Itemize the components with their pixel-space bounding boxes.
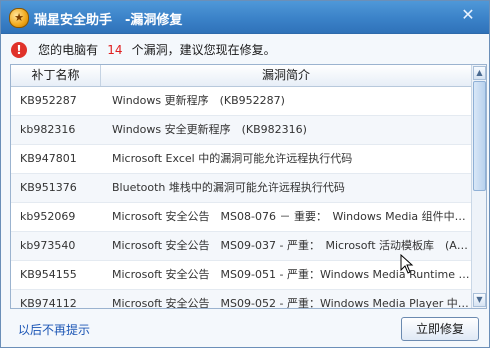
alert-icon: ! [11,41,27,58]
patch-id: KB974112 [20,297,77,309]
column-header-description[interactable]: 漏洞简介 [101,65,471,86]
patch-id: KB947801 [20,152,77,165]
vertical-scrollbar[interactable]: ▲ ▼ [471,65,486,308]
patch-description: Bluetooth 堆栈中的漏洞可能允许远程执行代码 [112,181,345,194]
table-row[interactable]: KB952287 Windows 更新程序 (KB952287) [11,87,471,116]
table-row[interactable]: kb982316 Windows 安全更新程序 (KB982316) [11,116,471,145]
patch-description: Microsoft 安全公告 MS09-052 - 严重：Windows Med… [112,297,469,309]
table-row[interactable]: KB974112 Microsoft 安全公告 MS09-052 - 严重：Wi… [11,290,471,309]
footer-bar: 以后不再提示 立即修复 [1,309,489,347]
title-bar: ★ 瑞星安全助手 -漏洞修复 ✕ [1,1,489,34]
warning-suffix: 个漏洞，建议您现在修复。 [131,43,276,57]
vulnerability-table: 补丁名称 漏洞简介 KB952287 Windows 更新程序 (KB95228… [10,64,487,309]
patch-id: kb982316 [20,123,76,136]
table-header: 补丁名称 漏洞简介 [11,65,471,87]
patch-id: KB951376 [20,181,77,194]
patch-description: Microsoft Excel 中的漏洞可能允许远程执行代码 [112,152,353,165]
dialog-window: ★ 瑞星安全助手 -漏洞修复 ✕ ! 您的电脑有 14 个漏洞，建议您现在修复。… [0,0,490,348]
patch-id: kb973540 [20,239,76,252]
patch-id: KB952287 [20,94,77,107]
patch-description: Microsoft 安全公告 MS08-076 － 重要： Windows Me… [112,210,466,223]
fix-now-button[interactable]: 立即修复 [401,317,479,341]
patch-description: Windows 安全更新程序 (KB982316) [112,123,307,136]
table-body: KB952287 Windows 更新程序 (KB952287) kb98231… [11,87,471,309]
patch-description: Windows 更新程序 (KB952287) [112,94,285,107]
scrollbar-thumb[interactable] [473,81,486,191]
close-icon[interactable]: ✕ [457,6,479,24]
patch-id: KB954155 [20,268,77,281]
column-header-patch-name[interactable]: 补丁名称 [11,65,101,86]
vulnerability-count: 14 [107,42,123,57]
scroll-up-arrow-icon[interactable]: ▲ [473,66,486,80]
table-row[interactable]: kb952069 Microsoft 安全公告 MS08-076 － 重要： W… [11,203,471,232]
window-title: 瑞星安全助手 -漏洞修复 [34,13,183,28]
do-not-remind-link[interactable]: 以后不再提示 [18,321,90,338]
warning-prefix: 您的电脑有 [38,43,99,57]
table-row[interactable]: KB947801 Microsoft Excel 中的漏洞可能允许远程执行代码 [11,145,471,174]
patch-description: Microsoft 安全公告 MS09-037 - 严重： Microsoft … [112,239,468,252]
patch-id: kb952069 [20,210,76,223]
table-row[interactable]: KB951376 Bluetooth 堆栈中的漏洞可能允许远程执行代码 [11,174,471,203]
rising-logo-icon: ★ [9,8,29,28]
scroll-down-arrow-icon[interactable]: ▼ [473,293,486,307]
patch-description: Microsoft 安全公告 MS09-051 - 严重：Windows Med… [112,268,470,281]
text-cursor-icon [400,254,414,274]
warning-message: ! 您的电脑有 14 个漏洞，建议您现在修复。 [11,39,276,59]
